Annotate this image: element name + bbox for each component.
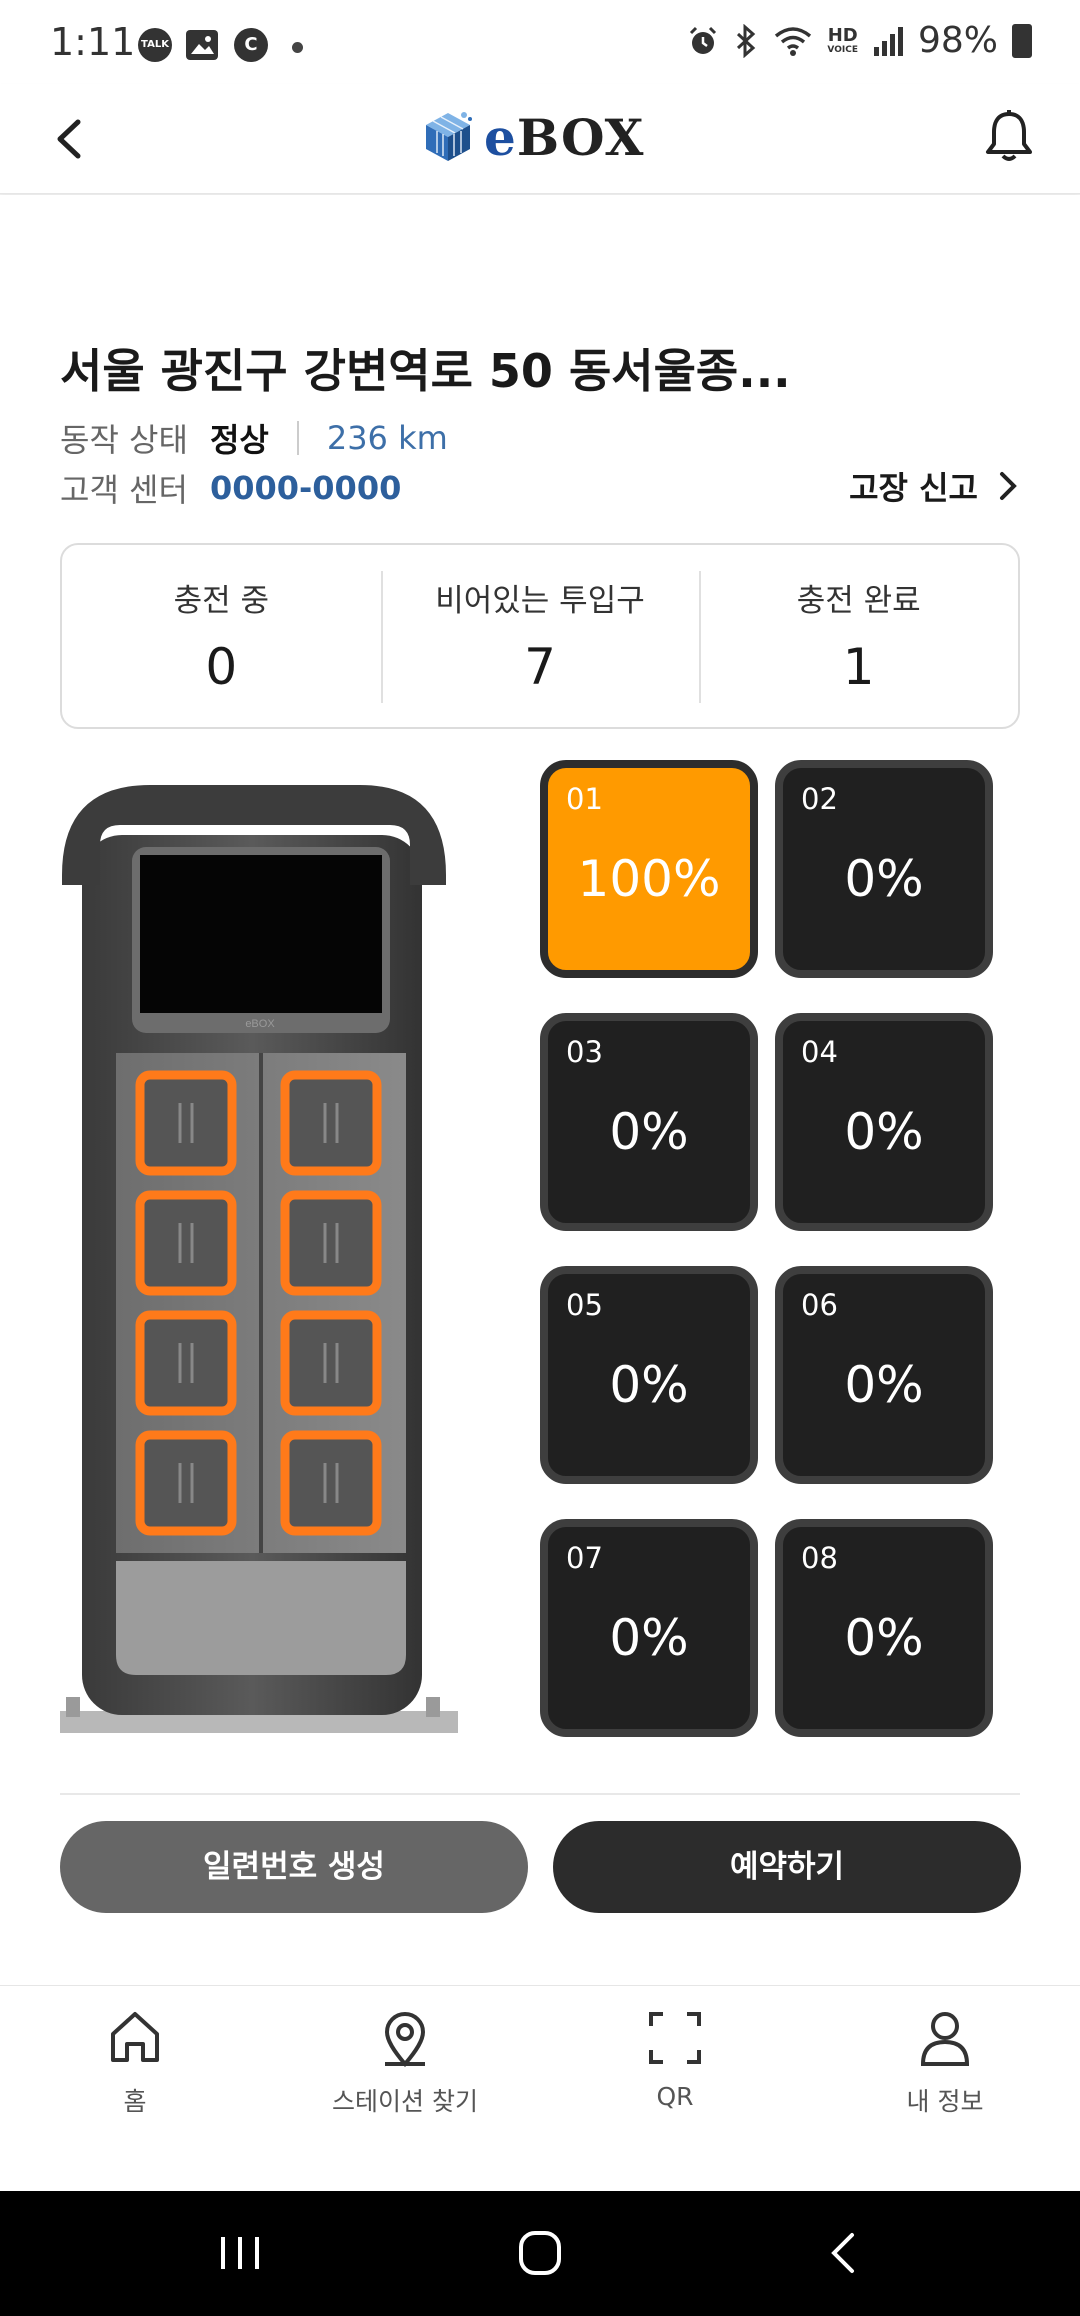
- nav-label: 내 정보: [906, 2087, 984, 2116]
- bell-icon: [986, 110, 1032, 161]
- generate-serial-button[interactable]: 일련번호 생성: [60, 1821, 528, 1913]
- nav-label: 홈: [123, 2087, 147, 2116]
- slot-number: 07: [566, 1541, 603, 1575]
- battery-icon: [1012, 23, 1032, 58]
- logo-text: eBOX: [484, 107, 645, 167]
- support-label: 고객 센터: [60, 471, 188, 509]
- slot-04[interactable]: 04 0%: [775, 1013, 993, 1231]
- stat-empty: 비어있는 투입구 7: [380, 545, 700, 727]
- slot-number: 05: [566, 1288, 603, 1322]
- nav-label: QR: [656, 2082, 694, 2111]
- bluetooth-icon: [737, 23, 756, 58]
- home-icon: [111, 2012, 159, 2062]
- stat-label: 충전 완료: [796, 583, 921, 619]
- slot-05[interactable]: 05 0%: [540, 1266, 758, 1484]
- slot-number: 01: [566, 782, 603, 816]
- status-value: 정상: [209, 421, 269, 459]
- slot-07[interactable]: 07 0%: [540, 1519, 758, 1737]
- nav-label: 스테이션 찾기: [332, 2087, 478, 2116]
- nav-find-station[interactable]: 스테이션 찾기: [270, 2006, 540, 2118]
- slot-number: 06: [801, 1288, 838, 1322]
- back-system-button[interactable]: [810, 2223, 880, 2283]
- reserve-button[interactable]: 예약하기: [553, 1821, 1021, 1913]
- slot-08[interactable]: 08 0%: [775, 1519, 993, 1737]
- status-right-group: HD VOICE 98%: [687, 20, 1032, 61]
- report-fault-link[interactable]: 고장 신고: [849, 463, 1020, 509]
- recent-apps-button[interactable]: [205, 2223, 275, 2283]
- stat-charging: 충전 중 0: [62, 545, 381, 727]
- app-header: eBOX: [0, 84, 1080, 194]
- support-phone-link[interactable]: 0000-0000: [210, 469, 401, 507]
- nav-my-info[interactable]: 내 정보: [810, 2006, 1080, 2118]
- stat-complete: 충전 완료 1: [699, 545, 1018, 727]
- station-address: 서울 광진구 강변역로 50 동서울종...: [60, 344, 791, 398]
- support-row: 고객 센터 0000-0000: [60, 465, 401, 511]
- status-row: 동작 상태 정상 236 km: [60, 415, 448, 461]
- slot-percent: 0%: [609, 1103, 689, 1161]
- slot-percent: 0%: [609, 1609, 689, 1667]
- back-button[interactable]: [40, 104, 110, 174]
- status-time: 1:11: [50, 20, 136, 64]
- signal-icon: [873, 26, 903, 56]
- stat-label: 비어있는 투입구: [435, 583, 645, 619]
- kiosk-brand-text: eBOX: [245, 1018, 275, 1030]
- qr-scan-icon: [649, 2012, 701, 2064]
- bottom-nav: 홈 스테이션 찾기 QR 내 정보: [0, 1985, 1080, 2191]
- battery-percent: 98%: [917, 20, 998, 61]
- station-detail: 서울 광진구 강변역로 50 동서울종... 동작 상태 정상 236 km 고…: [0, 195, 1080, 1985]
- slot-stats: 충전 중 0 비어있는 투입구 7 충전 완료 1: [60, 543, 1020, 729]
- slot-number: 03: [566, 1035, 603, 1069]
- slot-number: 02: [801, 782, 838, 816]
- wifi-icon: [775, 26, 812, 56]
- chevron-right-icon: [1000, 472, 1017, 500]
- recent-apps-icon: [221, 2237, 259, 2269]
- distance-value: 236 km: [326, 419, 448, 457]
- stat-value: 1: [842, 638, 875, 696]
- nav-qr[interactable]: QR: [540, 2006, 810, 2111]
- slot-03[interactable]: 03 0%: [540, 1013, 758, 1231]
- system-nav-bar: [0, 2191, 1080, 2316]
- stat-label: 충전 중: [173, 583, 270, 619]
- slot-percent: 0%: [844, 1356, 924, 1414]
- slot-percent: 0%: [844, 1103, 924, 1161]
- nav-home[interactable]: 홈: [0, 2006, 270, 2118]
- ebox-logo: eBOX: [420, 102, 644, 172]
- slot-percent: 0%: [609, 1356, 689, 1414]
- slot-percent: 100%: [577, 850, 721, 908]
- notification-dot: [292, 42, 303, 53]
- divider: [60, 1793, 1020, 1795]
- stat-value: 7: [524, 638, 556, 696]
- back-chevron-icon: [831, 2233, 854, 2273]
- report-label: 고장 신고: [849, 469, 978, 507]
- slot-01[interactable]: 01 100%: [540, 760, 758, 978]
- chevron-left-icon: [57, 119, 81, 159]
- status-label: 동작 상태: [60, 421, 188, 459]
- separator: [296, 421, 299, 455]
- kiosk-illustration: eBOX: [60, 785, 458, 1733]
- gallery-icon: [186, 30, 218, 60]
- slot-percent: 0%: [844, 1609, 924, 1667]
- slot-percent: 0%: [844, 850, 924, 908]
- home-circle-icon: [519, 2231, 561, 2275]
- c-icon: C: [234, 28, 268, 62]
- slot-02[interactable]: 02 0%: [775, 760, 993, 978]
- talk-icon: TALK: [138, 28, 172, 62]
- hd-voice-icon: HD VOICE: [827, 24, 858, 55]
- home-system-button[interactable]: [505, 2223, 575, 2283]
- notification-button[interactable]: [974, 102, 1044, 172]
- user-icon: [920, 2012, 970, 2066]
- stat-value: 0: [205, 638, 238, 696]
- slot-number: 08: [801, 1541, 838, 1575]
- status-bar: 1:11 TALK C HD VOICE 98%: [0, 0, 1080, 84]
- logo-cube-icon: [426, 112, 472, 161]
- map-pin-icon: [384, 2012, 426, 2068]
- slot-number: 04: [801, 1035, 838, 1069]
- slot-06[interactable]: 06 0%: [775, 1266, 993, 1484]
- alarm-icon: [690, 26, 717, 54]
